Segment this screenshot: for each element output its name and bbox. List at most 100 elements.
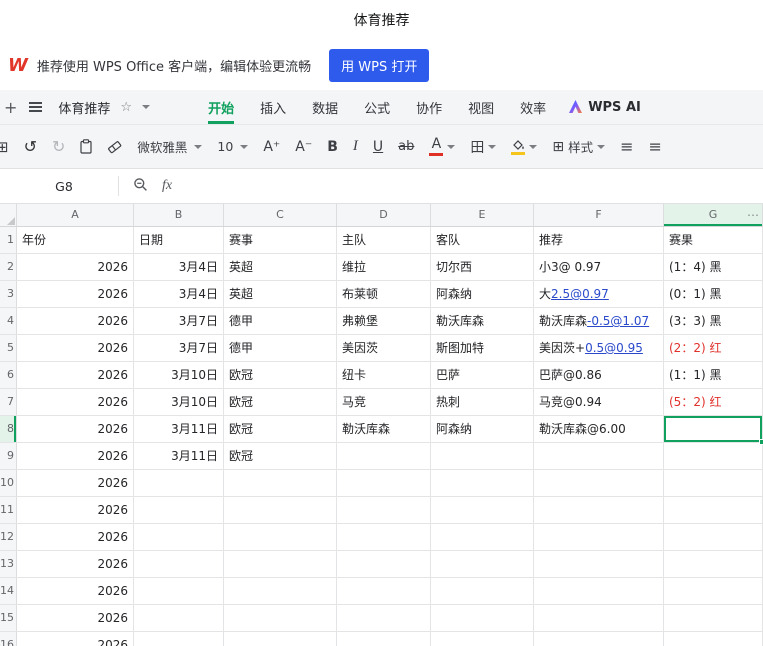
- cell-D16[interactable]: [336, 631, 431, 646]
- underline-button[interactable]: U: [373, 139, 383, 155]
- redo-button[interactable]: ↻: [52, 137, 65, 156]
- cell-E3[interactable]: 阿森纳: [430, 280, 534, 308]
- chevron-down-icon[interactable]: [142, 105, 151, 109]
- cell-E1[interactable]: 客队: [430, 226, 534, 254]
- row-header-5[interactable]: 5: [0, 334, 17, 362]
- cell-B8[interactable]: 3月11日: [133, 415, 224, 443]
- cell-D12[interactable]: [336, 523, 431, 551]
- cell-F13[interactable]: [533, 550, 664, 578]
- cell-B3[interactable]: 3月4日: [133, 280, 224, 308]
- cell-F12[interactable]: [533, 523, 664, 551]
- cell-D14[interactable]: [336, 577, 431, 605]
- row-header-3[interactable]: 3: [0, 280, 17, 308]
- row-header-13[interactable]: 13: [0, 550, 17, 578]
- cell-D4[interactable]: 弗赖堡: [336, 307, 431, 335]
- font-color-button[interactable]: A: [429, 137, 456, 156]
- cell-F14[interactable]: [533, 577, 664, 605]
- decrease-font-button[interactable]: A⁻: [295, 139, 312, 155]
- cell-B11[interactable]: [133, 496, 224, 524]
- cell-G5[interactable]: (2：2) 红: [663, 334, 763, 362]
- row-header-9[interactable]: 9: [0, 442, 17, 470]
- cell-F9[interactable]: [533, 442, 664, 470]
- cell-D9[interactable]: [336, 442, 431, 470]
- cell-E8[interactable]: 阿森纳: [430, 415, 534, 443]
- hamburger-menu-icon[interactable]: [29, 106, 43, 108]
- cell-A12[interactable]: 2026: [16, 523, 134, 551]
- cell-B16[interactable]: [133, 631, 224, 646]
- cell-B10[interactable]: [133, 469, 224, 497]
- cell-G11[interactable]: [663, 496, 763, 524]
- cell-B12[interactable]: [133, 523, 224, 551]
- cell-G2[interactable]: (1：4) 黑: [663, 253, 763, 281]
- format-painter-button[interactable]: [107, 140, 122, 154]
- cell-F7[interactable]: 马竞@0.94: [533, 388, 664, 416]
- recommendation-link[interactable]: -0.5@1.07: [587, 314, 649, 328]
- strikethrough-button[interactable]: ab: [398, 139, 414, 154]
- cell-F11[interactable]: [533, 496, 664, 524]
- cell-A11[interactable]: 2026: [16, 496, 134, 524]
- cell-A9[interactable]: 2026: [16, 442, 134, 470]
- undo-button[interactable]: ↺: [24, 137, 37, 156]
- cell-F10[interactable]: [533, 469, 664, 497]
- cell-D11[interactable]: [336, 496, 431, 524]
- cell-A3[interactable]: 2026: [16, 280, 134, 308]
- cell-A5[interactable]: 2026: [16, 334, 134, 362]
- cell-G7[interactable]: (5：2) 红: [663, 388, 763, 416]
- cell-G1[interactable]: 赛果: [663, 226, 763, 254]
- cell-D6[interactable]: 纽卡: [336, 361, 431, 389]
- font-family-select[interactable]: 微软雅黑: [137, 137, 203, 156]
- paste-button[interactable]: [80, 139, 92, 154]
- cell-A1[interactable]: 年份: [16, 226, 134, 254]
- tab-data[interactable]: 数据: [312, 90, 338, 124]
- tab-view[interactable]: 视图: [468, 90, 494, 124]
- borders-button[interactable]: 田: [470, 137, 497, 157]
- wps-ai-button[interactable]: WPS AI: [568, 90, 641, 124]
- cell-F1[interactable]: 推荐: [533, 226, 664, 254]
- row-header-11[interactable]: 11: [0, 496, 17, 524]
- cell-A4[interactable]: 2026: [16, 307, 134, 335]
- cell-C14[interactable]: [223, 577, 337, 605]
- cell-F16[interactable]: [533, 631, 664, 646]
- align-center-button[interactable]: ≡: [649, 137, 662, 156]
- font-size-select[interactable]: 10: [217, 139, 249, 154]
- tab-home[interactable]: 开始: [208, 90, 235, 124]
- row-header-14[interactable]: 14: [0, 577, 17, 605]
- cell-G13[interactable]: [663, 550, 763, 578]
- column-header-C[interactable]: C: [223, 204, 337, 227]
- column-header-E[interactable]: E: [430, 204, 534, 227]
- cell-style-button[interactable]: ⊞ 样式: [552, 137, 606, 156]
- cell-A10[interactable]: 2026: [16, 469, 134, 497]
- cell-C2[interactable]: 英超: [223, 253, 337, 281]
- cell-D5[interactable]: 美因茨: [336, 334, 431, 362]
- cell-C10[interactable]: [223, 469, 337, 497]
- tab-collaborate[interactable]: 协作: [416, 90, 442, 124]
- cell-G9[interactable]: [663, 442, 763, 470]
- cell-C8[interactable]: 欧冠: [223, 415, 337, 443]
- cell-B7[interactable]: 3月10日: [133, 388, 224, 416]
- cell-F4[interactable]: 勒沃库森-0.5@1.07: [533, 307, 664, 335]
- recommendation-link[interactable]: 2.5@0.97: [551, 287, 609, 301]
- cell-C12[interactable]: [223, 523, 337, 551]
- cell-F8[interactable]: 勒沃库森@6.00: [533, 415, 664, 443]
- cell-E9[interactable]: [430, 442, 534, 470]
- cell-G12[interactable]: [663, 523, 763, 551]
- tab-insert[interactable]: 插入: [260, 90, 286, 124]
- column-header-D[interactable]: D: [336, 204, 431, 227]
- cell-G6[interactable]: (1：1) 黑: [663, 361, 763, 389]
- clipboard-panel-icon[interactable]: ⊞: [0, 138, 9, 156]
- column-header-G[interactable]: G ⋯: [663, 204, 763, 227]
- cell-A15[interactable]: 2026: [16, 604, 134, 632]
- bold-button[interactable]: B: [327, 139, 338, 155]
- cell-E13[interactable]: [430, 550, 534, 578]
- cell-D13[interactable]: [336, 550, 431, 578]
- cell-B13[interactable]: [133, 550, 224, 578]
- tab-formulas[interactable]: 公式: [364, 90, 390, 124]
- increase-font-button[interactable]: A⁺: [263, 139, 280, 155]
- cell-A8[interactable]: 2026: [16, 415, 134, 443]
- favorite-star-icon[interactable]: ☆: [120, 100, 132, 115]
- cell-E6[interactable]: 巴萨: [430, 361, 534, 389]
- row-header-2[interactable]: 2: [0, 253, 17, 281]
- row-header-6[interactable]: 6: [0, 361, 17, 389]
- select-all-button[interactable]: [0, 204, 17, 227]
- column-header-A[interactable]: A: [16, 204, 134, 227]
